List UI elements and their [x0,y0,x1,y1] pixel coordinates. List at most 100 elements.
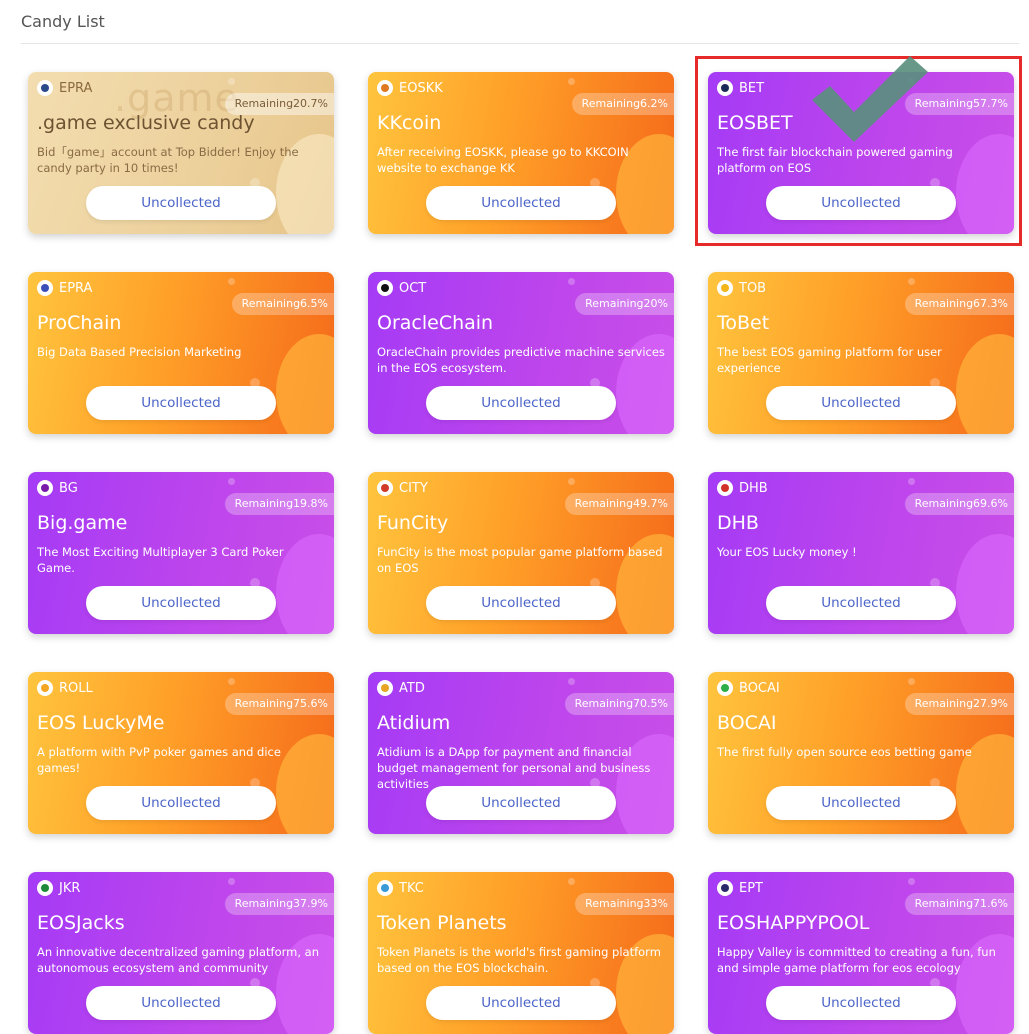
decorative-dot [568,278,575,285]
uncollected-button[interactable]: Uncollected [86,386,276,420]
oraclechain-icon [377,280,393,296]
eye-icon [37,80,53,96]
icon-inner [381,484,389,492]
candy-card: BOCAI Remaining27.9% BOCAI The first ful… [708,672,1014,834]
candy-description: The best EOS gaming platform for user ex… [717,345,942,375]
kk-icon [377,80,393,96]
remaining-badge: Remaining71.6% [904,893,1014,915]
candy-card: EOSKK Remaining6.2% KKcoin After receivi… [368,72,674,234]
candy-description: The first fully open source eos betting … [717,745,972,759]
token-symbol: ATD [399,680,425,696]
remaining-badge: Remaining49.7% [564,493,674,515]
icon-inner [381,84,389,92]
page-header: Candy List [21,10,1019,44]
biggame-icon [37,480,53,496]
card-token-tag: BOCAI [717,680,780,696]
uncollected-button[interactable]: Uncollected [86,986,276,1020]
icon-inner [381,284,389,292]
card-token-tag: EPRA [37,80,92,96]
candy-name: OracleChain [377,312,494,334]
candy-card: .game EPRA Remaining20.7% .game exclusiv… [28,72,334,234]
remaining-badge: Remaining67.3% [904,293,1014,315]
uncollected-button[interactable]: Uncollected [766,786,956,820]
card-token-tag: DHB [717,480,768,496]
tokenplanets-icon [377,880,393,896]
remaining-badge: Remaining20% [575,293,674,315]
candy-description: Your EOS Lucky money ! [717,545,857,559]
candy-card: EPT Remaining71.6% EOSHAPPYPOOL Happy Va… [708,872,1014,1034]
uncollected-button[interactable]: Uncollected [426,586,616,620]
decorative-dot [228,878,235,885]
card-token-tag: TOB [717,280,766,296]
decorative-dot [568,78,575,85]
candy-description: Happy Valley is committed to creating a … [717,945,996,975]
icon-inner [381,684,389,692]
decorative-dot [908,278,915,285]
candy-description: An innovative decentralized gaming platf… [37,945,320,975]
decorative-dot [228,278,235,285]
uncollected-button[interactable]: Uncollected [426,186,616,220]
card-token-tag: OCT [377,280,426,296]
atidium-icon [377,680,393,696]
candy-name: ProChain [37,312,122,334]
candy-description: The Most Exciting Multiplayer 3 Card Pok… [37,545,284,575]
card-token-tag: EOSKK [377,80,443,96]
candy-card: EPRA Remaining6.5% ProChain Big Data Bas… [28,272,334,434]
decorative-dot [228,678,235,685]
candy-card: CITY Remaining49.7% FunCity FunCity is t… [368,472,674,634]
icon-inner [41,484,49,492]
icon-inner [41,284,49,292]
prochain-icon [37,280,53,296]
candy-card: OCT Remaining20% OracleChain OracleChain… [368,272,674,434]
decorative-dot [908,478,915,485]
icon-inner [721,684,729,692]
token-symbol: EPT [739,880,763,896]
candy-card: TKC Remaining33% Token Planets Token Pla… [368,872,674,1034]
card-token-tag: EPT [717,880,763,896]
candy-card: ATD Remaining70.5% Atidium Atidium is a … [368,672,674,834]
token-symbol: ROLL [59,680,93,696]
happypool-icon [717,880,733,896]
token-symbol: TOB [739,280,767,296]
uncollected-button[interactable]: Uncollected [766,386,956,420]
uncollected-button[interactable]: Uncollected [766,986,956,1020]
candy-name: EOSJacks [37,912,125,934]
uncollected-button[interactable]: Uncollected [766,586,956,620]
candy-description: A platform with PvP poker games and dice… [37,745,281,775]
token-symbol: BOCAI [739,680,780,696]
token-symbol: JKR [59,880,81,896]
uncollected-button[interactable]: Uncollected [86,586,276,620]
candy-name: DHB [717,512,759,534]
remaining-badge: Remaining69.6% [904,493,1014,515]
checkmark-icon [812,56,928,142]
uncollected-button[interactable]: Uncollected [86,786,276,820]
uncollected-button[interactable]: Uncollected [426,786,616,820]
token-symbol: CITY [399,480,428,496]
uncollected-button[interactable]: Uncollected [86,186,276,220]
icon-inner [41,884,49,892]
token-symbol: EPRA [59,80,93,96]
eosjacks-icon [37,880,53,896]
candy-description: Atidium is a DApp for payment and financ… [377,745,651,791]
luckyme-icon [37,680,53,696]
icon-inner [41,84,49,92]
icon-inner [721,284,729,292]
uncollected-button[interactable]: Uncollected [426,986,616,1020]
candy-name: EOS LuckyMe [37,712,165,734]
dhb-icon [717,480,733,496]
candy-name: .game exclusive candy [37,112,255,134]
bocai-icon [717,680,733,696]
remaining-badge: Remaining33% [575,893,674,915]
candy-card: JKR Remaining37.9% EOSJacks An innovativ… [28,872,334,1034]
candy-name: Big.game [37,512,128,534]
uncollected-button[interactable]: Uncollected [426,386,616,420]
card-token-tag: ATD [377,680,425,696]
candy-description: OracleChain provides predictive machine … [377,345,665,375]
icon-inner [721,884,729,892]
remaining-badge: Remaining19.8% [224,493,334,515]
icon-inner [721,484,729,492]
card-token-tag: TKC [377,880,424,896]
candy-description: Bid「game」account at Top Bidder! Enjoy th… [37,145,299,175]
remaining-badge: Remaining37.9% [224,893,334,915]
candy-card: BG Remaining19.8% Big.game The Most Exci… [28,472,334,634]
